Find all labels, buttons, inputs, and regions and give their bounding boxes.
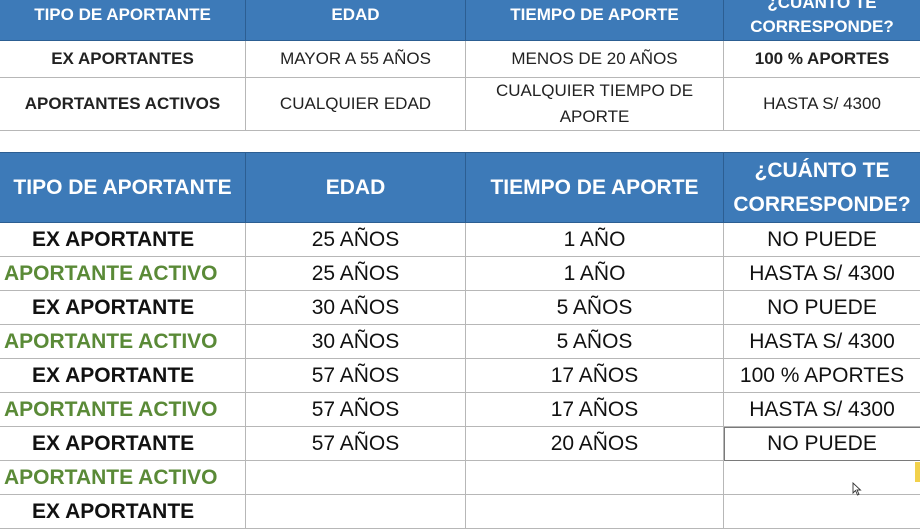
cell[interactable]: 30 AÑOS — [246, 291, 466, 325]
summary-row: APORTANTES ACTIVOS CUALQUIER EDAD CUALQU… — [0, 78, 920, 131]
fill-handle-marker[interactable] — [915, 462, 920, 482]
header-cell[interactable]: TIEMPO DE APORTE — [466, 0, 724, 41]
cell[interactable]: EX APORTANTE — [0, 427, 246, 461]
cell[interactable]: 1 AÑO — [466, 257, 724, 291]
cell[interactable]: 25 AÑOS — [246, 223, 466, 257]
cell[interactable]: APORTANTES ACTIVOS — [0, 78, 246, 131]
cell[interactable]: 100 % APORTES — [724, 359, 920, 393]
table-row: EX APORTANTE 57 AÑOS 20 AÑOS NO PUEDE — [0, 427, 920, 461]
cell[interactable]: EX APORTANTE — [0, 291, 246, 325]
header-cell[interactable]: ¿CUÁNTO TECORRESPONDE? — [724, 153, 920, 223]
cell[interactable]: APORTANTE ACTIVO — [0, 257, 246, 291]
cell[interactable]: HASTA S/ 4300 — [724, 78, 920, 131]
cell[interactable]: NO PUEDE — [724, 223, 920, 257]
cell[interactable]: 25 AÑOS — [246, 257, 466, 291]
examples-header-row: TIPO DE APORTANTE EDAD TIEMPO DE APORTE … — [0, 153, 920, 223]
cell[interactable]: HASTA S/ 4300 — [724, 393, 920, 427]
cell[interactable]: MAYOR A 55 AÑOS — [246, 41, 466, 78]
cell[interactable] — [724, 461, 920, 495]
cell[interactable]: 57 AÑOS — [246, 393, 466, 427]
table-row: APORTANTE ACTIVO — [0, 461, 920, 495]
summary-row: EX APORTANTES MAYOR A 55 AÑOS MENOS DE 2… — [0, 41, 920, 78]
cell[interactable]: 57 AÑOS — [246, 359, 466, 393]
header-cell[interactable]: TIPO DE APORTANTE — [0, 0, 246, 41]
cell[interactable]: 17 AÑOS — [466, 359, 724, 393]
cell[interactable]: 5 AÑOS — [466, 325, 724, 359]
cell[interactable]: 57 AÑOS — [246, 427, 466, 461]
cell[interactable] — [246, 461, 466, 495]
header-cell[interactable]: TIEMPO DE APORTE — [466, 153, 724, 223]
cell[interactable]: 20 AÑOS — [466, 427, 724, 461]
cell[interactable]: MENOS DE 20 AÑOS — [466, 41, 724, 78]
table-row: EX APORTANTE 57 AÑOS 17 AÑOS 100 % APORT… — [0, 359, 920, 393]
cell[interactable]: APORTANTE ACTIVO — [0, 461, 246, 495]
cell[interactable] — [246, 495, 466, 529]
cell[interactable]: APORTANTE ACTIVO — [0, 393, 246, 427]
cell[interactable] — [466, 461, 724, 495]
examples-table: TIPO DE APORTANTE EDAD TIEMPO DE APORTE … — [0, 152, 920, 529]
table-row: APORTANTE ACTIVO 25 AÑOS 1 AÑO HASTA S/ … — [0, 257, 920, 291]
cell[interactable]: APORTANTE ACTIVO — [0, 325, 246, 359]
summary-header-row: TIPO DE APORTANTE EDAD TIEMPO DE APORTE … — [0, 0, 920, 41]
cell[interactable]: CUALQUIER TIEMPO DEAPORTE — [466, 78, 724, 131]
cell[interactable]: 1 AÑO — [466, 223, 724, 257]
cell[interactable]: 100 % APORTES — [724, 41, 920, 78]
cell[interactable]: NO PUEDE — [724, 291, 920, 325]
cell[interactable] — [724, 495, 920, 529]
mouse-cursor-icon — [852, 482, 862, 496]
cell[interactable]: CUALQUIER EDAD — [246, 78, 466, 131]
cell[interactable] — [466, 495, 724, 529]
header-cell[interactable]: EDAD — [246, 153, 466, 223]
header-cell[interactable]: TIPO DE APORTANTE — [0, 153, 246, 223]
selected-cell[interactable]: NO PUEDE — [724, 427, 920, 461]
table-row: EX APORTANTE 30 AÑOS 5 AÑOS NO PUEDE — [0, 291, 920, 325]
summary-table: TIPO DE APORTANTE EDAD TIEMPO DE APORTE … — [0, 0, 920, 131]
cell[interactable]: EX APORTANTE — [0, 495, 246, 529]
cell[interactable]: 17 AÑOS — [466, 393, 724, 427]
table-row: APORTANTE ACTIVO 30 AÑOS 5 AÑOS HASTA S/… — [0, 325, 920, 359]
header-cell[interactable]: EDAD — [246, 0, 466, 41]
cell[interactable]: EX APORTANTE — [0, 359, 246, 393]
header-cell[interactable]: ¿CUÁNTO TECORRESPONDE? — [724, 0, 920, 41]
cell[interactable]: 5 AÑOS — [466, 291, 724, 325]
cell[interactable]: EX APORTANTES — [0, 41, 246, 78]
table-row: APORTANTE ACTIVO 57 AÑOS 17 AÑOS HASTA S… — [0, 393, 920, 427]
cell[interactable]: 30 AÑOS — [246, 325, 466, 359]
cell[interactable]: EX APORTANTE — [0, 223, 246, 257]
cell[interactable]: HASTA S/ 4300 — [724, 325, 920, 359]
table-row: EX APORTANTE — [0, 495, 920, 529]
cell[interactable]: HASTA S/ 4300 — [724, 257, 920, 291]
table-row: EX APORTANTE 25 AÑOS 1 AÑO NO PUEDE — [0, 223, 920, 257]
